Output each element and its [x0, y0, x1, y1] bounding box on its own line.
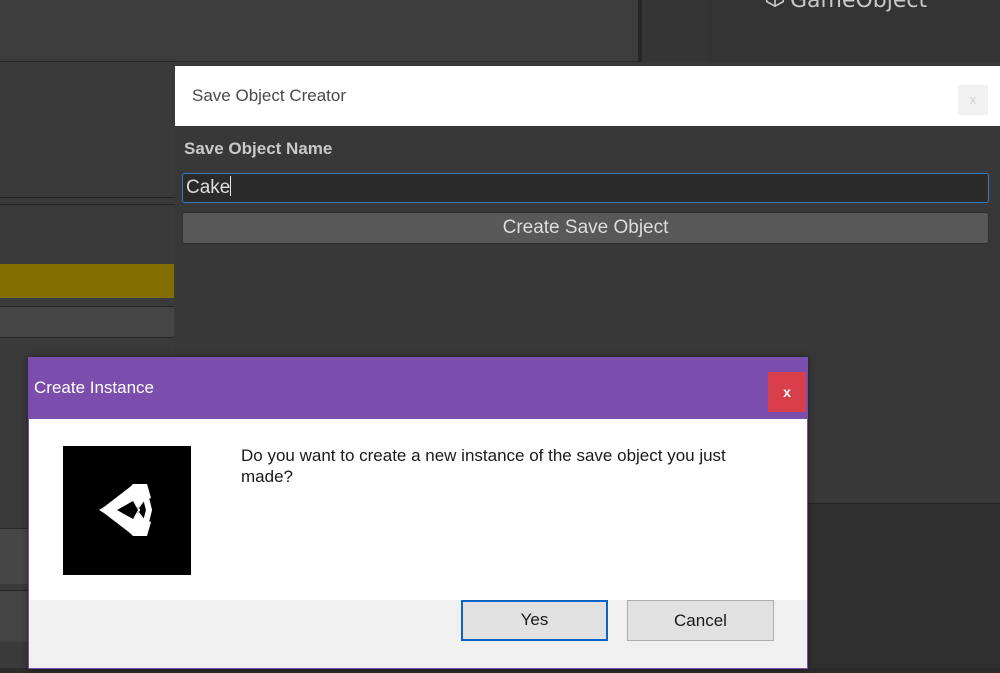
cancel-button[interactable]: Cancel	[627, 600, 774, 641]
hierarchy-row[interactable]	[0, 306, 174, 338]
dialog-title-bar[interactable]: Create Instance x	[29, 358, 807, 419]
save-object-name-input[interactable]: Cake	[182, 173, 989, 203]
text-caret	[230, 176, 232, 196]
save-object-name-label: Save Object Name	[184, 139, 333, 158]
creator-title-bar[interactable]: Save Object Creator x	[175, 66, 1000, 126]
gameobject-label: GameObject	[790, 0, 928, 13]
editor-panel-gap	[642, 0, 708, 62]
creator-window-title: Save Object Creator	[192, 86, 347, 105]
editor-lower-panel	[808, 503, 1000, 673]
dialog-body: Do you want to create a new instance of …	[29, 419, 807, 600]
hierarchy-row[interactable]	[0, 590, 30, 642]
unity-logo-icon	[63, 446, 191, 575]
panel-separator	[0, 204, 176, 205]
editor-toolbar-panel	[0, 0, 638, 62]
dialog-message: Do you want to create a new instance of …	[241, 446, 726, 486]
input-value: Cake	[186, 177, 231, 198]
yes-button[interactable]: Yes	[461, 600, 608, 641]
hierarchy-row[interactable]	[0, 528, 30, 584]
highlighted-row[interactable]	[0, 264, 174, 298]
creator-close-button[interactable]: x	[958, 85, 988, 115]
inspector-gameobject-header: GameObject	[764, 0, 927, 14]
dialog-title: Create Instance	[34, 378, 155, 397]
create-instance-dialog: Create Instance x Do you want to create …	[28, 357, 808, 669]
cube-icon	[764, 0, 786, 14]
dialog-close-button[interactable]: x	[768, 372, 806, 412]
panel-separator	[0, 197, 176, 198]
create-save-object-button[interactable]: Create Save Object	[182, 212, 989, 244]
